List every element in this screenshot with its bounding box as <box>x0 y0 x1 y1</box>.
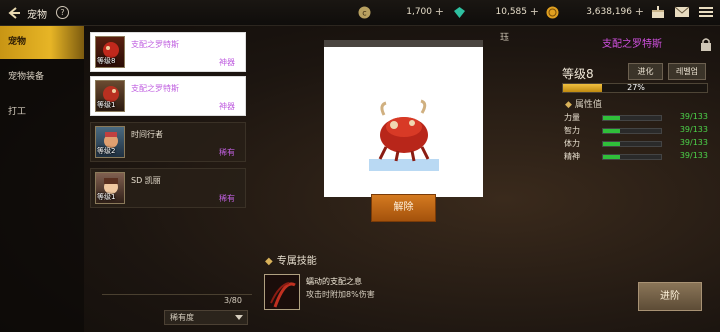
attributes-title: 属性值 <box>574 100 602 110</box>
gem-plus-button[interactable]: + <box>530 5 539 18</box>
gem-icon <box>454 7 465 18</box>
pet-grade: 稀有 <box>219 194 235 203</box>
pet-name: 支配之罗特斯 <box>131 84 179 93</box>
gem-amount: 10,585 <box>495 7 528 17</box>
gold-plus-button[interactable]: + <box>635 5 644 18</box>
exp-percent: 27% <box>627 83 645 92</box>
tab-work[interactable]: 打工 <box>0 96 84 129</box>
pet-list-item[interactable]: 等级2 时间行者 稀有 <box>90 122 246 162</box>
mail-icon[interactable] <box>674 5 690 19</box>
pet-name: 支配之罗特斯 <box>131 40 179 49</box>
list-divider <box>102 294 252 295</box>
attribute-bar-fill <box>603 129 620 133</box>
pet-thumbnail: 等级1 <box>95 172 125 204</box>
menu-icon[interactable] <box>698 5 714 19</box>
sort-dropdown-label: 稀有度 <box>170 313 194 322</box>
diamond-bullet-icon: ◆ <box>565 100 572 110</box>
pet-thumbnail: 等级8 <box>95 36 125 68</box>
chevron-down-icon <box>235 315 243 320</box>
attribute-bar-fill <box>603 155 620 159</box>
pet-sprite-icon <box>369 99 439 171</box>
pet-level: 等级1 <box>97 101 116 109</box>
pet-list-item[interactable]: 等级1 SD 凯丽 稀有 <box>90 168 246 208</box>
attribute-row: 力量 39/133 <box>564 112 714 124</box>
pet-detail-name: 支配之罗特斯 <box>602 39 662 50</box>
attribute-value: 39/133 <box>679 125 708 134</box>
tab-pet[interactable]: 宠物 <box>0 26 84 59</box>
pet-count: 3/80 <box>224 296 242 305</box>
diamond-bullet-icon: ◆ <box>265 256 273 267</box>
attribute-bar <box>602 141 662 147</box>
attribute-label: 智力 <box>564 126 580 135</box>
attribute-value: 39/133 <box>679 151 708 160</box>
exp-bar: 27% <box>562 83 708 93</box>
level-up-button[interactable]: 레벨업 <box>668 63 706 80</box>
advance-button[interactable]: 进阶 <box>638 282 702 311</box>
pet-level: 等级1 <box>97 193 116 201</box>
attribute-row: 智力 39/133 <box>564 125 714 137</box>
skill-icon[interactable] <box>264 274 300 310</box>
skill-name: 蠕动的支配之息 <box>306 277 362 286</box>
top-bar: 宠物 ? c 1,700 + 10,585 + 3,638,196 + <box>0 0 720 26</box>
pet-preview <box>324 40 483 197</box>
evolve-button[interactable]: 进化 <box>628 63 663 80</box>
pet-grade: 稀有 <box>219 148 235 157</box>
pet-list-item[interactable]: 等级8 支配之罗特斯 神器 <box>90 32 246 72</box>
pet-level: 等级8 <box>97 57 116 65</box>
pet-grade: 神器 <box>219 58 235 67</box>
gold-currency: 3,638,196 + <box>546 5 646 21</box>
coin-amount: 1,700 <box>406 7 432 17</box>
help-icon[interactable]: ? <box>56 6 69 19</box>
attribute-bar <box>602 115 662 121</box>
gold-icon <box>546 6 559 19</box>
release-button[interactable]: 解除 <box>371 194 436 222</box>
cake-icon[interactable] <box>650 5 666 19</box>
pet-thumbnail: 等级2 <box>95 126 125 158</box>
tab-pet-equipment[interactable]: 宠物装备 <box>0 61 84 94</box>
svg-text:c: c <box>362 9 366 18</box>
pet-grade: 神器 <box>219 102 235 111</box>
pet-list-item[interactable]: 等级1 支配之罗特斯 神器 <box>90 76 246 116</box>
skill-claw-icon <box>270 282 296 308</box>
pet-level-label: 等级8 <box>562 67 594 81</box>
gem-currency: 10,585 + <box>453 5 541 21</box>
pet-thumbnail: 等级1 <box>95 80 125 112</box>
skill-section-title: ◆ 专属技能 <box>265 252 317 267</box>
attribute-label: 体力 <box>564 139 580 148</box>
attribute-value: 39/133 <box>679 112 708 121</box>
pet-list: 等级8 支配之罗特斯 神器 等级1 支配之罗特斯 神器 等级2 时间行者 稀有 … <box>88 26 252 332</box>
attribute-bar-fill <box>603 142 620 146</box>
attribute-value: 39/133 <box>679 138 708 147</box>
pet-name: SD 凯丽 <box>131 176 161 185</box>
sort-dropdown[interactable]: 稀有度 <box>164 310 248 325</box>
attributes-header: ◆ 属性值 <box>565 97 602 110</box>
back-arrow-icon[interactable] <box>6 5 22 21</box>
cut-off-label: 珏 <box>500 33 510 43</box>
attribute-bar-fill <box>603 116 620 120</box>
pet-detail-panel: 支配之罗特斯 等级8 进化 레벨업 27% ◆ 属性值 力量 39/133 智力 … <box>558 26 720 332</box>
attribute-row: 精神 39/133 <box>564 151 714 163</box>
coin-currency: c 1,700 + <box>358 5 446 21</box>
coin-plus-button[interactable]: + <box>435 5 444 18</box>
sidebar: 宠物 宠物装备 打工 <box>0 26 84 332</box>
skill-section-label: 专属技能 <box>276 256 317 267</box>
attribute-row: 体力 39/133 <box>564 138 714 150</box>
gold-amount: 3,638,196 <box>586 7 632 17</box>
page-title: 宠物 <box>27 10 47 21</box>
attribute-label: 精神 <box>564 152 580 161</box>
attribute-label: 力量 <box>564 113 580 122</box>
lock-icon[interactable] <box>700 37 712 51</box>
pet-name: 时间行者 <box>131 130 163 139</box>
attribute-bar <box>602 154 662 160</box>
pet-level: 等级2 <box>97 147 116 155</box>
coin-icon: c <box>358 6 371 19</box>
skill-description: 攻击时附加8%伤害 <box>306 290 375 299</box>
attribute-bar <box>602 128 662 134</box>
